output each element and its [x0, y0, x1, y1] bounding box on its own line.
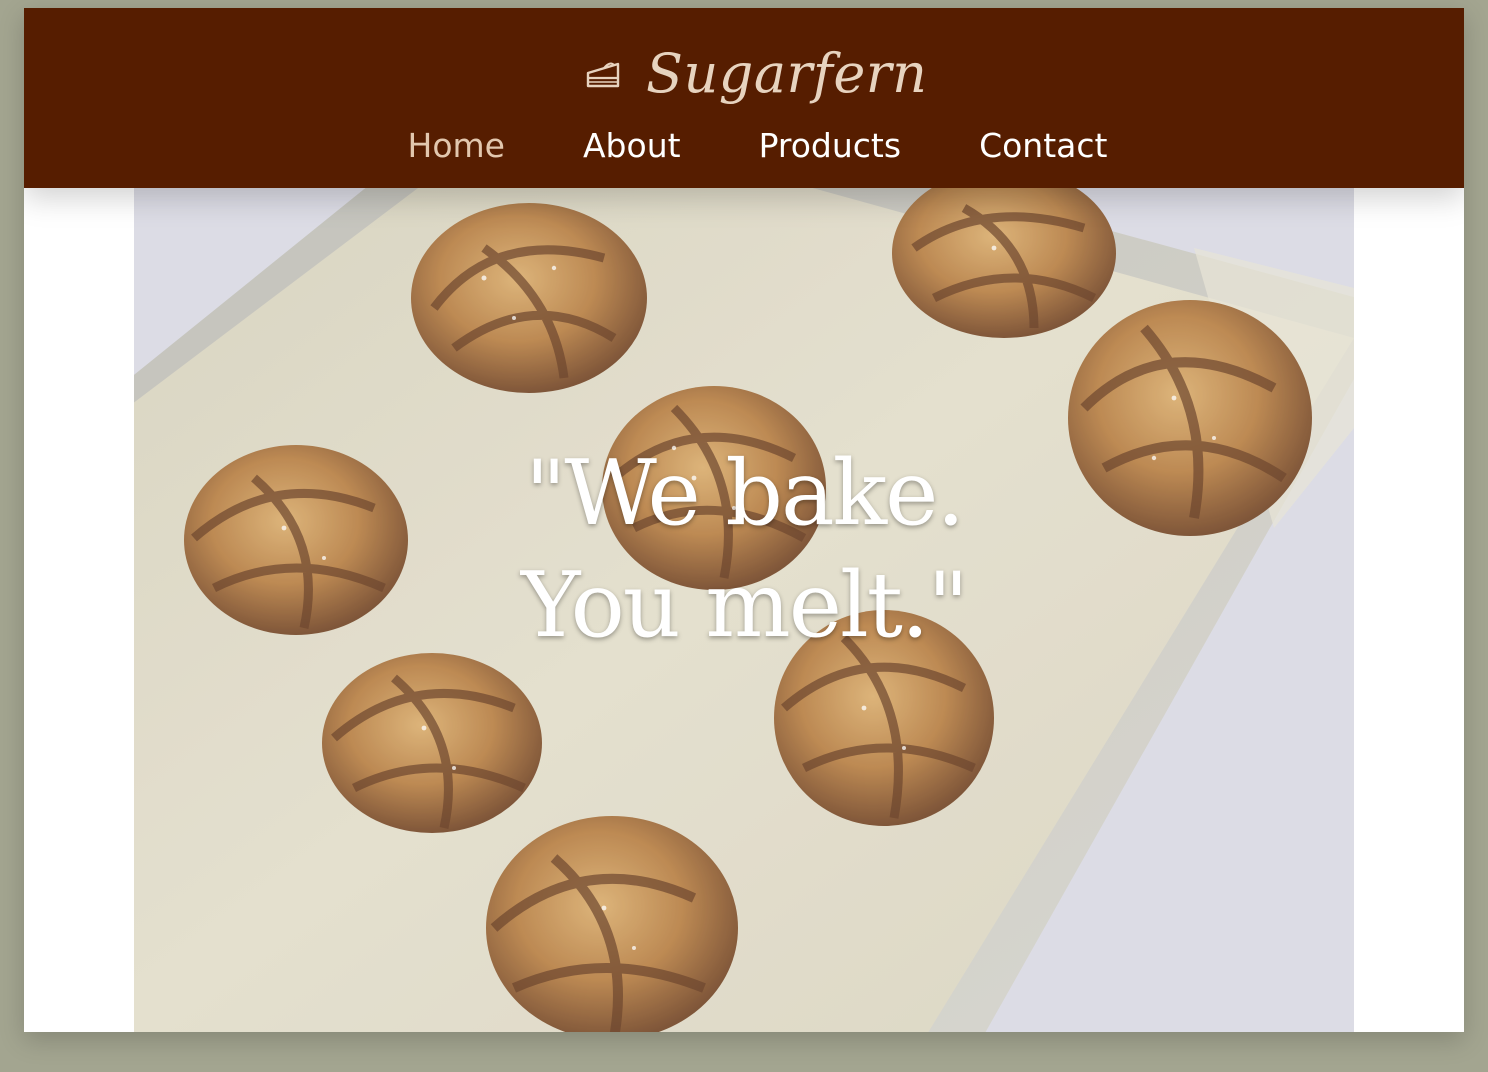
brand-name: Sugarfern [646, 42, 928, 105]
site-header: Sugarfern Home About Products Contact [24, 8, 1464, 188]
main-nav: Home About Products Contact [24, 126, 1464, 166]
brand-logo[interactable]: Sugarfern [584, 38, 927, 110]
hero-quote-line-2: You melt." [521, 553, 969, 658]
hero-section: "We bake. You melt." [134, 188, 1354, 1032]
nav-about[interactable]: About [583, 126, 681, 166]
hero-quote-line-1: "We bake. [524, 441, 965, 546]
cake-slice-icon [586, 62, 620, 88]
nav-products[interactable]: Products [759, 126, 902, 166]
nav-home[interactable]: Home [408, 126, 505, 166]
hero-quote: "We bake. You melt." [134, 438, 1354, 662]
nav-contact[interactable]: Contact [979, 126, 1107, 166]
web-page: Sugarfern Home About Products Contact "W… [24, 8, 1464, 1032]
